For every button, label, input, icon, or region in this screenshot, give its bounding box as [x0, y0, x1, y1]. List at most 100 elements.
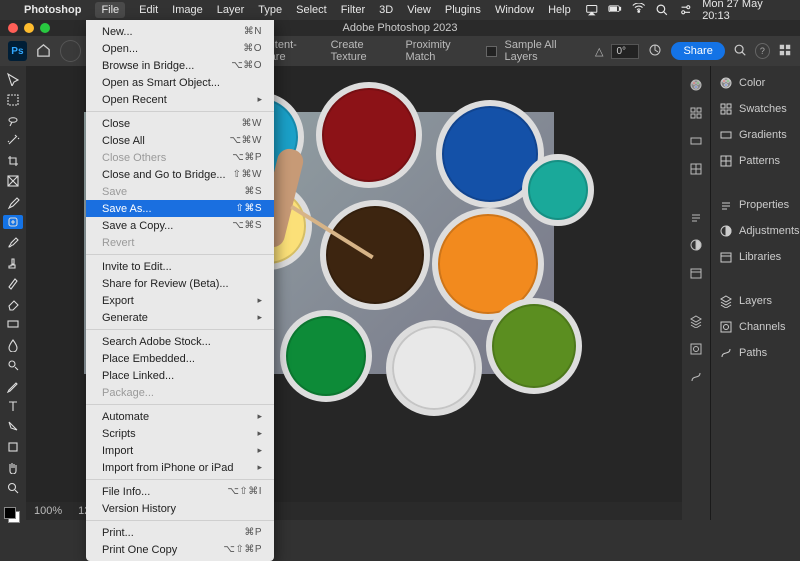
close-window-button[interactable] [8, 23, 18, 33]
menu-view[interactable]: View [407, 4, 431, 16]
menu-type[interactable]: Type [258, 4, 282, 16]
tool-stamp[interactable] [3, 256, 23, 270]
mini-layers-icon[interactable] [687, 312, 705, 330]
menu-3d[interactable]: 3D [379, 4, 393, 16]
menu-help[interactable]: Help [548, 4, 571, 16]
menu-item-save-as[interactable]: Save As...⇧⌘S [86, 200, 274, 217]
share-button[interactable]: Share [671, 42, 724, 60]
panel-properties[interactable]: Properties [711, 196, 800, 214]
create-texture-radio[interactable]: Create Texture [331, 39, 398, 63]
tool-move[interactable] [3, 72, 23, 86]
panel-channels[interactable]: Channels [711, 318, 800, 336]
tool-pen[interactable] [3, 378, 23, 392]
menu-image[interactable]: Image [172, 4, 203, 16]
tool-path[interactable] [3, 419, 23, 433]
minimize-window-button[interactable] [24, 23, 34, 33]
menu-item-close-all[interactable]: Close All⌥⌘W [86, 132, 274, 149]
menu-item-search-adobe-stock[interactable]: Search Adobe Stock... [86, 333, 274, 350]
menu-item-close-and-go-to-bridge[interactable]: Close and Go to Bridge...⇧⌘W [86, 166, 274, 183]
menu-item-browse-in-bridge[interactable]: Browse in Bridge...⌥⌘O [86, 57, 274, 74]
menu-item-automate[interactable]: Automate▸ [86, 408, 274, 425]
search-icon[interactable] [655, 3, 669, 17]
menu-item-new[interactable]: New...⌘N [86, 23, 274, 40]
tool-eraser[interactable] [3, 297, 23, 311]
battery-icon[interactable] [608, 3, 622, 17]
menu-item-import-from-iphone-or-ipad[interactable]: Import from iPhone or iPad▸ [86, 459, 274, 476]
panel-gradients[interactable]: Gradients [711, 126, 800, 144]
mini-libraries-icon[interactable] [687, 264, 705, 282]
mini-patterns-icon[interactable] [687, 160, 705, 178]
tool-rect[interactable] [3, 440, 23, 454]
panel-libraries[interactable]: Libraries [711, 248, 800, 266]
menu-item-open[interactable]: Open...⌘O [86, 40, 274, 57]
proximity-match-radio[interactable]: Proximity Match [405, 39, 478, 63]
mini-paths-icon[interactable] [687, 368, 705, 386]
tool-lasso[interactable] [3, 113, 23, 127]
menu-window[interactable]: Window [495, 4, 534, 16]
foreground-background-colors[interactable] [4, 507, 22, 520]
panel-layers[interactable]: Layers [711, 292, 800, 310]
search-app-icon[interactable] [733, 43, 747, 60]
home-icon[interactable] [35, 42, 52, 60]
workspace-icon[interactable] [778, 43, 792, 60]
help-icon[interactable]: ? [755, 43, 770, 59]
menu-filter[interactable]: Filter [341, 4, 365, 16]
menu-item-export[interactable]: Export▸ [86, 292, 274, 309]
menu-item-import[interactable]: Import▸ [86, 442, 274, 459]
tool-type[interactable] [3, 399, 23, 413]
tool-zoom[interactable] [3, 480, 23, 494]
tool-marquee[interactable] [3, 92, 23, 106]
mini-channels-icon[interactable] [687, 340, 705, 358]
ps-logo-icon[interactable]: Ps [8, 41, 27, 61]
menu-item-save-a-copy[interactable]: Save a Copy...⌥⌘S [86, 217, 274, 234]
menu-item-generate[interactable]: Generate▸ [86, 309, 274, 326]
mini-swatches-icon[interactable] [687, 104, 705, 122]
menu-layer[interactable]: Layer [217, 4, 245, 16]
tool-dodge[interactable] [3, 358, 23, 372]
sample-all-layers-checkbox[interactable] [486, 46, 496, 57]
tool-heal[interactable] [3, 215, 23, 229]
tool-gradient[interactable] [3, 317, 23, 331]
menu-item-place-linked[interactable]: Place Linked... [86, 367, 274, 384]
panel-swatches[interactable]: Swatches [711, 100, 800, 118]
menu-select[interactable]: Select [296, 4, 327, 16]
tool-wand[interactable] [3, 133, 23, 147]
mini-gradients-icon[interactable] [687, 132, 705, 150]
pressure-icon[interactable] [647, 42, 663, 61]
angle-field[interactable]: 0° [611, 44, 639, 59]
tool-hand[interactable] [3, 460, 23, 474]
panel-adjustments[interactable]: Adjustments [711, 222, 800, 240]
menu-file[interactable]: File [95, 2, 125, 18]
mini-color-icon[interactable] [687, 76, 705, 94]
menu-item-print-one-copy[interactable]: Print One Copy⌥⇧⌘P [86, 541, 274, 558]
brush-preset-picker[interactable] [60, 40, 81, 62]
menu-item-open-recent[interactable]: Open Recent▸ [86, 91, 274, 108]
clock[interactable]: Mon 27 May 20:13 [702, 0, 790, 22]
panel-paths[interactable]: Paths [711, 344, 800, 362]
screen-mirror-icon[interactable] [585, 3, 599, 17]
zoom-level[interactable]: 100% [34, 505, 62, 517]
wifi-icon[interactable] [632, 3, 646, 17]
menu-item-file-info[interactable]: File Info...⌥⇧⌘I [86, 483, 274, 500]
menu-item-close[interactable]: Close⌘W [86, 115, 274, 132]
zoom-window-button[interactable] [40, 23, 50, 33]
mini-properties-icon[interactable] [687, 208, 705, 226]
tool-eyedrop[interactable] [3, 195, 23, 209]
menu-item-scripts[interactable]: Scripts▸ [86, 425, 274, 442]
menu-item-place-embedded[interactable]: Place Embedded... [86, 350, 274, 367]
tool-crop[interactable] [3, 154, 23, 168]
tool-frame[interactable] [3, 174, 23, 188]
tool-brush[interactable] [3, 235, 23, 249]
menu-item-invite-to-edit[interactable]: Invite to Edit... [86, 258, 274, 275]
menu-item-version-history[interactable]: Version History [86, 500, 274, 517]
menu-item-open-as-smart-object[interactable]: Open as Smart Object... [86, 74, 274, 91]
menu-item-print[interactable]: Print...⌘P [86, 524, 274, 541]
tool-blur[interactable] [3, 337, 23, 351]
control-center-icon[interactable] [679, 3, 693, 17]
panel-patterns[interactable]: Patterns [711, 152, 800, 170]
menu-plugins[interactable]: Plugins [445, 4, 481, 16]
menu-item-share-for-review-beta[interactable]: Share for Review (Beta)... [86, 275, 274, 292]
tool-history[interactable] [3, 276, 23, 290]
mini-adjustments-icon[interactable] [687, 236, 705, 254]
panel-color[interactable]: Color [711, 74, 800, 92]
